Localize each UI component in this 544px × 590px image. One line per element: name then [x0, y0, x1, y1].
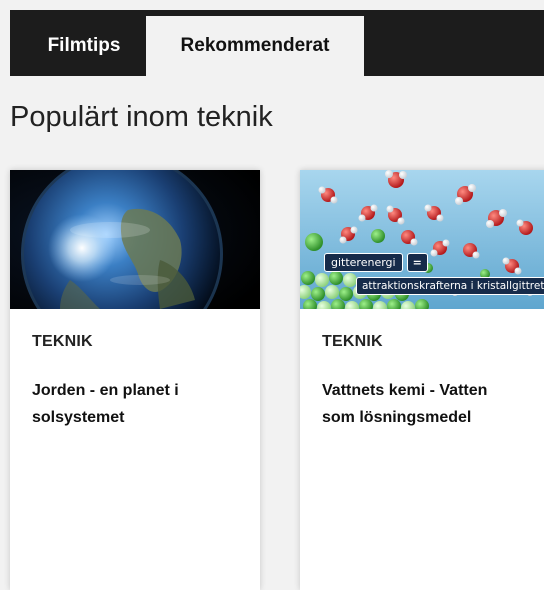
water-thumbnail: gitterenergi = attraktionskrafterna i kr… — [300, 170, 544, 309]
card-title[interactable]: Vattnets kemi - Vatten som lösningsmedel — [322, 377, 522, 431]
card-title[interactable]: Jorden - en planet i solsystemet — [32, 377, 232, 431]
definition-chip: attraktionskrafterna i kristallgittret — [356, 277, 544, 295]
tab-filmtips[interactable]: Filmtips — [22, 16, 146, 76]
card-category: TEKNIK — [322, 333, 383, 350]
earth-thumbnail — [10, 170, 260, 309]
tab-rekommenderat[interactable]: Rekommenderat — [146, 16, 364, 76]
equals-chip: = — [406, 253, 428, 272]
thumbnail-equation: gitterenergi = — [324, 253, 428, 272]
tab-bar: Filmtips Rekommenderat — [10, 10, 544, 76]
video-card-water[interactable]: gitterenergi = attraktionskrafterna i kr… — [300, 170, 544, 590]
section-title: Populärt inom teknik — [10, 101, 273, 133]
card-category: TEKNIK — [32, 333, 93, 350]
video-card-earth[interactable]: TEKNIK Jorden - en planet i solsystemet — [10, 170, 260, 590]
term-chip: gitterenergi — [324, 253, 403, 272]
